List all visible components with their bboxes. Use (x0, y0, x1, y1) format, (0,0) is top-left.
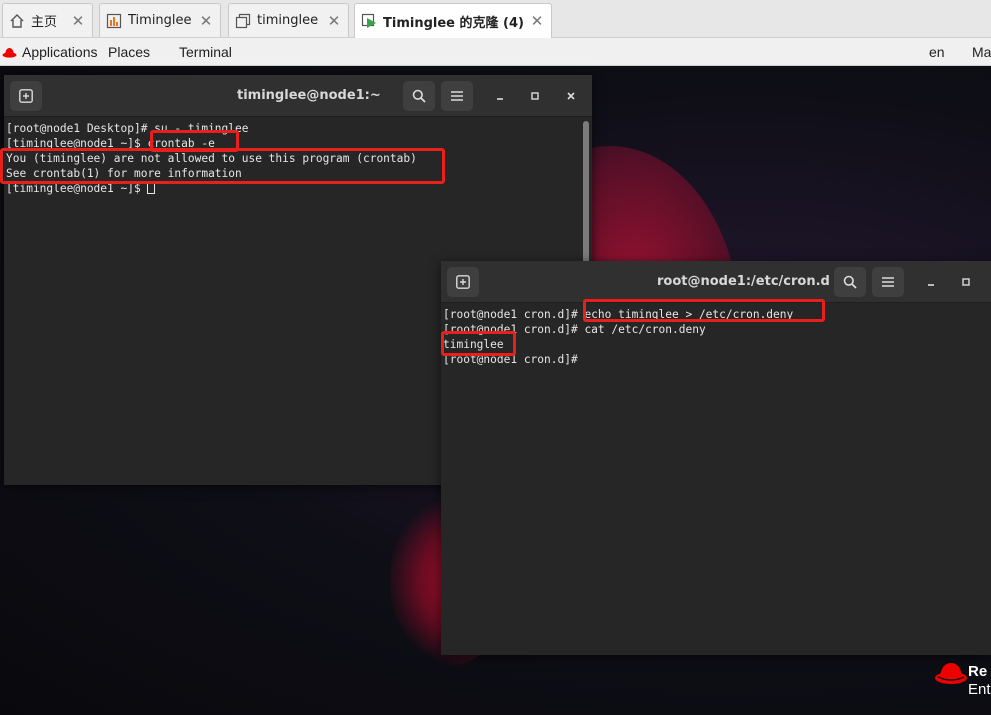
terminal-menu[interactable]: Terminal (179, 44, 232, 60)
vm-running-icon (106, 13, 122, 29)
logo-text: Re (968, 663, 988, 680)
close-icon[interactable]: ✕ (326, 12, 342, 30)
hamburger-icon (882, 277, 894, 287)
close-icon[interactable] (558, 83, 584, 109)
tab-label: Timinglee 的克隆 (4) (383, 15, 524, 31)
language-indicator[interactable]: en (929, 44, 945, 60)
search-button[interactable] (834, 267, 866, 297)
minimize-icon[interactable] (487, 83, 513, 109)
redhat-fedora-icon (2, 45, 17, 61)
tab-home[interactable]: 主页 ✕ (2, 3, 93, 37)
tab-timinglee-1[interactable]: Timinglee ✕ (99, 3, 221, 37)
terminal-output[interactable]: [root@node1 cron.d]# echo timinglee > /e… (441, 303, 991, 655)
vm-tab-bar: 主页 ✕ Timinglee ✕ timinglee ✕ Timinglee 的… (0, 0, 991, 38)
tab-label: Timinglee (128, 13, 192, 28)
highlight-box-echo-command (583, 299, 825, 322)
logo-text: Ent (968, 681, 991, 698)
tab-label: timinglee (257, 13, 319, 28)
tab-label: 主页 (31, 15, 58, 30)
new-tab-icon (19, 89, 33, 103)
places-menu[interactable]: Places (108, 44, 150, 60)
search-button[interactable] (403, 81, 435, 111)
gnome-top-bar: Applications Places Terminal en Ma (0, 38, 991, 66)
maximize-icon[interactable] (522, 83, 548, 109)
new-tab-button[interactable] (10, 81, 42, 111)
close-icon[interactable]: ✕ (198, 12, 214, 30)
search-icon (843, 275, 857, 289)
menu-button[interactable] (441, 81, 473, 111)
highlight-box-error-message (0, 148, 445, 184)
topbar-truncated-item[interactable]: Ma (972, 44, 991, 60)
close-icon[interactable]: ✕ (529, 12, 545, 30)
window-title: timinglee@node1:~ (237, 88, 381, 103)
close-icon[interactable]: ✕ (70, 12, 86, 30)
window-title: root@node1:/etc/cron.d (657, 274, 830, 289)
redhat-logo: Re Ent (934, 655, 991, 715)
home-icon (9, 13, 25, 29)
hamburger-icon (451, 91, 463, 101)
new-tab-button[interactable] (447, 267, 479, 297)
redhat-hat-icon (935, 663, 967, 684)
menu-button[interactable] (872, 267, 904, 297)
vm-clone-icon (235, 13, 251, 29)
tab-timinglee-2[interactable]: timinglee ✕ (228, 3, 349, 37)
applications-menu[interactable]: Applications (22, 44, 98, 60)
terminal-header-bar: timinglee@node1:~ (4, 75, 592, 117)
minimize-icon[interactable] (918, 269, 944, 295)
search-icon (412, 89, 426, 103)
highlight-box-deny-output (441, 331, 516, 356)
vm-play-icon (361, 13, 377, 29)
new-tab-icon (456, 275, 470, 289)
tab-timinglee-clone[interactable]: Timinglee 的克隆 (4) ✕ (354, 3, 552, 38)
terminal-header-bar: root@node1:/etc/cron.d (441, 261, 991, 303)
maximize-icon[interactable] (953, 269, 979, 295)
